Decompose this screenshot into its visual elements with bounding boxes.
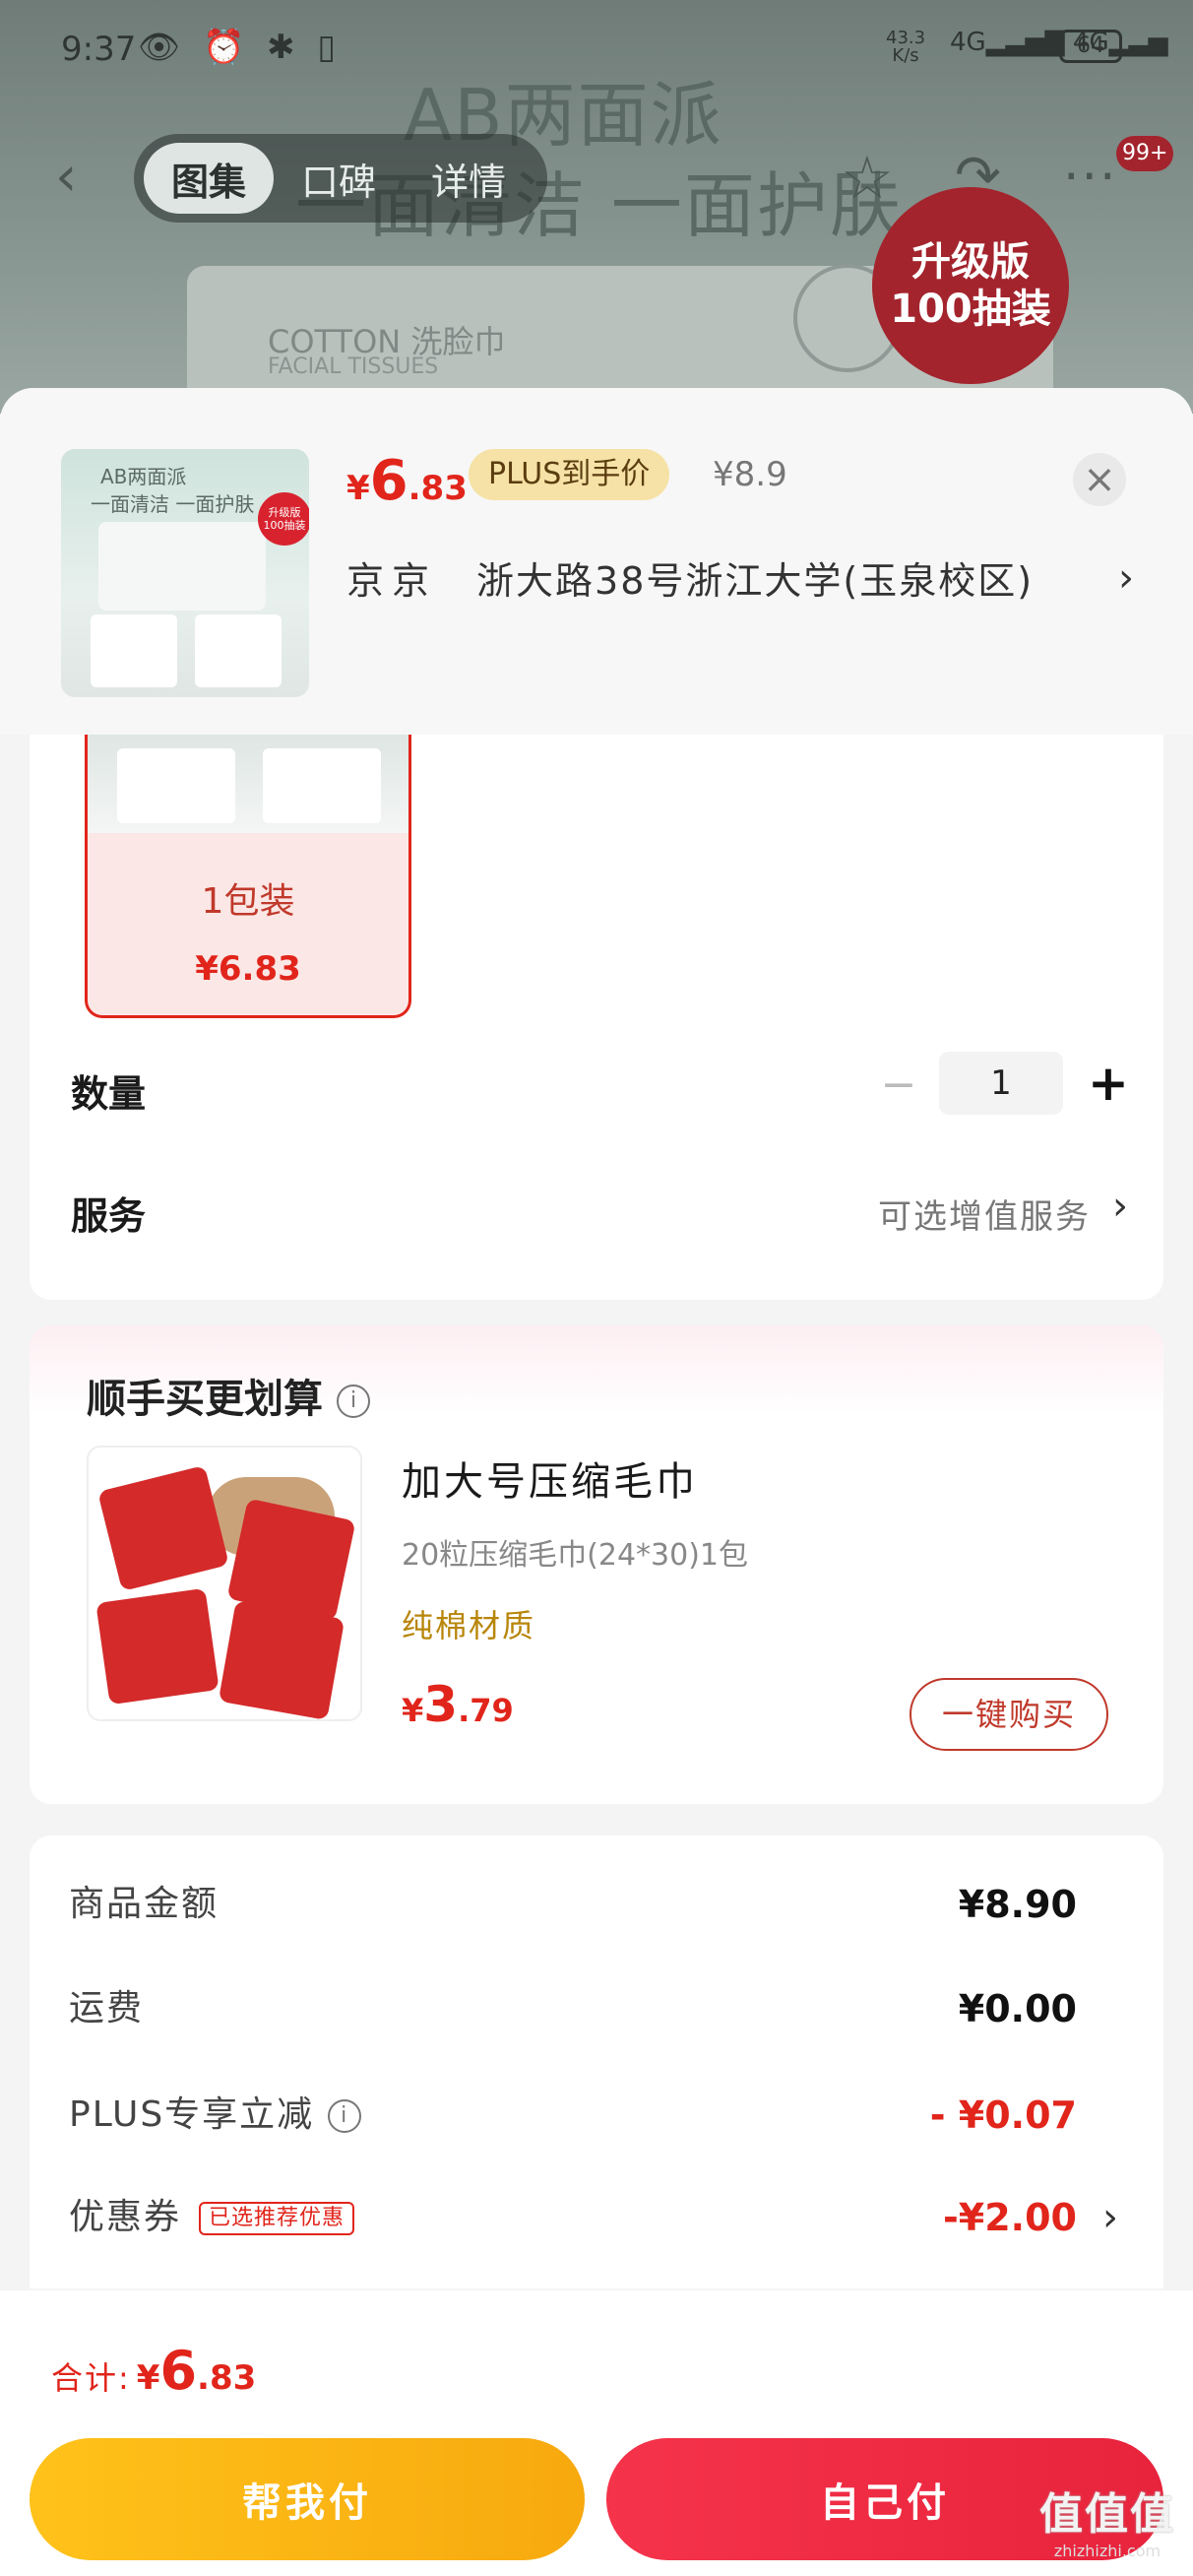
service-option-link[interactable]: 可选增值服务	[878, 1190, 1091, 1238]
original-price: ¥8.9	[713, 455, 787, 494]
info-icon[interactable]: i	[337, 1385, 370, 1418]
status-icons: 👁 ⏰ ✱ ▯	[138, 28, 343, 67]
summary-row-goods: 商品金额 ¥8.90	[30, 1875, 1163, 1934]
thumbnail-badge: 升级版 100抽装	[258, 492, 309, 546]
upgrade-badge: 升级版 100抽装	[872, 187, 1069, 384]
thumbnail-box-image	[98, 522, 266, 611]
thumbnail-side-a-image	[91, 614, 177, 687]
towel-pack-image	[95, 1587, 220, 1706]
summary-label-text: 优惠券	[69, 2197, 182, 2237]
purchase-sheet: AB两面派 一面清洁 一面护肤 升级版 100抽装 ¥ 6 .83 PLUS到手…	[0, 388, 1193, 2576]
sku-card: 1包装 ¥6.83 数量 − + 服务 可选增值服务 ›	[30, 735, 1163, 1300]
service-label: 服务	[71, 1194, 147, 1238]
address-detail: 浙大路38号浙江大学(玉泉校区)	[476, 558, 1035, 603]
network-speed: 43.3 K/s	[886, 30, 925, 65]
addon-price-decimal: .79	[458, 1692, 514, 1729]
gallery-tabs: 图集 口碑 详情	[134, 134, 547, 223]
addon-product-spec: 20粒压缩毛巾(24*30)1包	[402, 1538, 749, 1573]
addon-product-feature: 纯棉材质	[402, 1607, 536, 1644]
price-summary: 商品金额 ¥8.90 运费 ¥0.00 PLUS专享立减 i - ¥0.07 优惠…	[30, 1835, 1163, 2288]
back-icon[interactable]: ‹	[55, 148, 98, 207]
site-watermark: 值值值 zhizhizhi.com	[1039, 2479, 1175, 2560]
total-currency: ¥	[136, 2358, 160, 2398]
towel-pack-image	[97, 1464, 229, 1592]
sku-option-label: 1包装	[201, 881, 295, 922]
watermark-url: zhizhizhi.com	[1053, 2542, 1162, 2560]
network-speed-unit: K/s	[892, 45, 919, 66]
addon-title: 顺手买更划算 i	[87, 1367, 370, 1424]
summary-row-shipping: 运费 ¥0.00	[30, 1979, 1163, 2038]
one-click-buy-button[interactable]: 一键购买	[910, 1678, 1108, 1751]
quantity-input[interactable]	[939, 1052, 1063, 1115]
order-total: 合计: ¥ 6 .83	[51, 2340, 256, 2402]
summary-value: ¥0.00	[958, 1987, 1077, 2030]
quantity-minus-button[interactable]: −	[874, 1056, 923, 1115]
towel-pack-image	[218, 1600, 345, 1719]
tab-details[interactable]: 详情	[404, 143, 534, 214]
chevron-right-icon[interactable]: ›	[1102, 2188, 1118, 2247]
sku-side-a-image	[117, 748, 235, 823]
product-gallery-background: AB两面派 一面清洁 一面护肤 COTTON 洗脸巾 FACIAL TISSUE…	[0, 0, 1193, 414]
status-bar: 9:37 👁 ⏰ ✱ ▯ 43.3 K/s 4G▂▃▅▇ 4G▂▃▅ 64	[0, 20, 1193, 79]
thumbnail-title: AB两面派	[100, 465, 187, 488]
sku-option-image	[88, 735, 408, 833]
product-type-text: FACIAL TISSUES	[268, 354, 439, 379]
status-time: 9:37	[61, 30, 137, 69]
thumbnail-subtitle: 一面清洁 一面护肤	[91, 492, 255, 516]
address-city: 京京	[346, 558, 438, 603]
addon-price-integer: 3	[423, 1676, 459, 1733]
price-currency: ¥	[346, 469, 370, 508]
total-label: 合计:	[51, 2359, 131, 2397]
upgrade-badge-line1: 升级版	[911, 239, 1030, 285]
summary-value: - ¥0.07	[929, 2093, 1077, 2137]
info-icon[interactable]: i	[328, 2099, 362, 2133]
checkout-bar: 合计: ¥ 6 .83 帮我付 自己付 值值值 zhizhizhi.com	[0, 2290, 1193, 2576]
addon-price: ¥ 3 .79	[402, 1676, 514, 1733]
summary-label: 运费	[69, 1988, 145, 2029]
sku-side-b-image	[263, 748, 381, 823]
addon-product-image[interactable]	[87, 1446, 362, 1721]
summary-label: PLUS专享立减 i	[69, 2086, 362, 2145]
total-decimal: .83	[197, 2358, 257, 2398]
summary-value: ¥8.90	[958, 1883, 1077, 1926]
addon-title-text: 顺手买更划算	[87, 1377, 323, 1422]
thumbnail-side-b-image	[195, 614, 282, 687]
product-thumbnail: AB两面派 一面清洁 一面护肤 升级版 100抽装	[61, 449, 309, 697]
sku-option-selected[interactable]: 1包装 ¥6.83	[85, 735, 411, 1018]
sheet-header: AB两面派 一面清洁 一面护肤 升级版 100抽装 ¥ 6 .83 PLUS到手…	[0, 388, 1193, 735]
tab-gallery[interactable]: 图集	[144, 143, 275, 214]
summary-label-text: PLUS专享立减	[69, 2094, 315, 2135]
upgrade-badge-line2: 100抽装	[890, 287, 1051, 332]
addon-card: 顺手买更划算 i 加大号压缩毛巾 20粒压缩毛巾(24*30)1包 纯棉材质 ¥ …	[30, 1325, 1163, 1804]
pay-for-me-button[interactable]: 帮我付	[30, 2438, 585, 2560]
summary-row-plus-discount: PLUS专享立减 i - ¥0.07	[30, 2086, 1163, 2145]
favorite-star-icon[interactable]: ☆	[841, 144, 894, 213]
delivery-address[interactable]: 京京 浙大路38号浙江大学(玉泉校区) ›	[346, 547, 1134, 607]
more-icon[interactable]: ···	[1063, 148, 1118, 207]
price-integer: 6	[369, 449, 408, 513]
addon-product-name[interactable]: 加大号压缩毛巾	[402, 1449, 698, 1507]
message-count-badge: 99+	[1116, 136, 1174, 171]
close-icon[interactable]: ×	[1073, 453, 1126, 506]
chevron-right-icon: ›	[1118, 555, 1134, 601]
summary-label: 优惠券 已选推荐优惠	[69, 2188, 355, 2247]
watermark-logo: 值值值	[1039, 2489, 1175, 2540]
sku-option-price: ¥6.83	[195, 949, 301, 989]
price-decimal: .83	[408, 469, 468, 508]
final-price: ¥ 6 .83	[346, 449, 468, 513]
tab-reviews[interactable]: 口碑	[274, 143, 404, 214]
chevron-right-icon[interactable]: ›	[1112, 1184, 1128, 1229]
plus-price-tag: PLUS到手价	[469, 449, 670, 500]
quantity-plus-button[interactable]: +	[1081, 1052, 1136, 1115]
quantity-label: 数量	[71, 1072, 147, 1116]
coupon-recommended-tag: 已选推荐优惠	[199, 2202, 355, 2235]
battery-icon: 64	[1059, 30, 1122, 63]
summary-value: -¥2.00	[943, 2196, 1077, 2239]
addon-price-currency: ¥	[402, 1692, 424, 1729]
summary-label: 商品金额	[69, 1884, 220, 1924]
share-icon[interactable]: ↷	[955, 144, 1001, 208]
total-integer: 6	[159, 2340, 198, 2402]
summary-row-coupon[interactable]: 优惠券 已选推荐优惠 -¥2.00 ›	[30, 2188, 1163, 2247]
